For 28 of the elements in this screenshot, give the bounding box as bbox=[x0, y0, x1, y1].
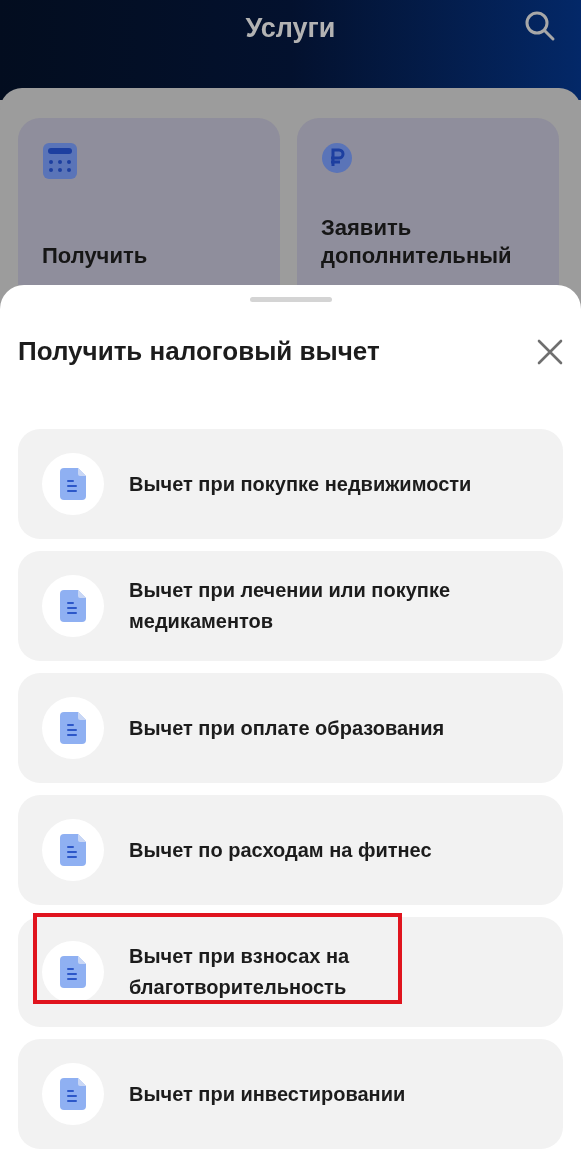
document-icon bbox=[60, 712, 86, 744]
service-card[interactable]: Получить bbox=[18, 118, 280, 285]
item-label: Вычет при оплате образования bbox=[129, 715, 445, 741]
item-label: Вычет при лечении или покупке медикаментов bbox=[129, 578, 451, 634]
document-icon bbox=[60, 468, 86, 500]
document-icon bbox=[60, 834, 86, 866]
sheet-title: Получить налоговый вычет bbox=[18, 335, 380, 368]
item-label: Вычет при инвестировании bbox=[129, 1081, 406, 1107]
document-icon bbox=[60, 590, 86, 622]
document-icon bbox=[60, 1078, 86, 1110]
calendar-icon bbox=[42, 142, 78, 180]
item-label: Вычет при покупке недвижимости bbox=[129, 471, 472, 497]
ruble-icon bbox=[321, 142, 353, 174]
page-title: Услуги bbox=[245, 12, 336, 45]
drag-handle[interactable] bbox=[249, 297, 332, 302]
list-item[interactable]: Вычет по расходам на фитнес bbox=[18, 795, 563, 905]
card-label: Заявить дополнительный bbox=[321, 214, 513, 270]
list-item[interactable]: Вычет при инвестировании bbox=[18, 1039, 563, 1149]
service-card[interactable]: Заявить дополнительный bbox=[297, 118, 559, 285]
item-label: Вычет по расходам на фитнес bbox=[129, 837, 432, 863]
item-label: Вычет при взносах на благотворительность bbox=[129, 944, 351, 1000]
search-icon[interactable] bbox=[524, 10, 556, 42]
list-item[interactable]: Вычет при оплате образования bbox=[18, 673, 563, 783]
close-icon[interactable] bbox=[537, 338, 563, 365]
list-item[interactable]: Вычет при покупке недвижимости bbox=[18, 429, 563, 539]
document-icon bbox=[60, 956, 86, 988]
list-item[interactable]: Вычет при лечении или покупке медикаментов bbox=[18, 551, 563, 661]
card-label: Получить bbox=[42, 242, 149, 270]
